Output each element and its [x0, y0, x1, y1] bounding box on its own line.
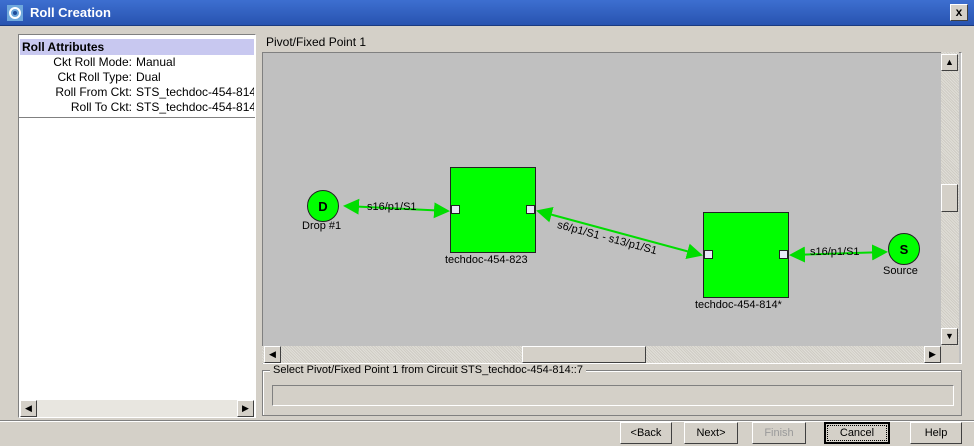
- scroll-right-arrow-icon[interactable]: ▶: [924, 346, 941, 363]
- attribute-key: Roll To Ckt:: [70, 100, 132, 114]
- diagram-horizontal-scrollbar[interactable]: ◀ ▶: [262, 346, 941, 363]
- link-line: [536, 206, 703, 260]
- title-bar: Roll Creation: [0, 0, 974, 26]
- circuit-diagram-canvas[interactable]: D Drop #1 techdoc-454-823 techdoc-454-81…: [262, 52, 962, 364]
- cancel-button[interactable]: Cancel: [824, 422, 890, 444]
- source-node[interactable]: S: [888, 233, 920, 265]
- divider: [19, 117, 255, 118]
- drop-node[interactable]: D: [307, 190, 339, 222]
- attribute-row: Ckt Roll Type: Dual: [20, 70, 254, 85]
- drop-label: Drop #1: [302, 220, 342, 232]
- close-icon: x: [955, 5, 963, 19]
- pivot-title: Pivot/Fixed Point 1: [266, 35, 367, 49]
- horizontal-scroll-thumb[interactable]: [522, 346, 646, 363]
- finish-button[interactable]: Finish: [752, 422, 806, 444]
- node-label: techdoc-454-823: [445, 254, 528, 266]
- close-button[interactable]: x: [950, 4, 968, 21]
- roll-attributes-header: Roll Attributes: [20, 39, 254, 55]
- node-label: techdoc-454-814*: [695, 299, 782, 311]
- port-left[interactable]: [704, 250, 713, 259]
- node-techdoc-454-814[interactable]: [703, 212, 789, 298]
- vertical-scroll-thumb[interactable]: [941, 184, 958, 212]
- back-button[interactable]: <Back: [620, 422, 672, 444]
- attribute-key: Roll From Ckt:: [55, 85, 132, 99]
- scroll-down-arrow-icon[interactable]: ▼: [941, 328, 958, 345]
- left-horizontal-scrollbar[interactable]: ◀ ▶: [20, 400, 254, 417]
- help-button[interactable]: Help: [910, 422, 962, 444]
- link-label: s16/p1/S1: [367, 201, 417, 213]
- link-label: s16/p1/S1: [810, 246, 860, 258]
- window-title: Roll Creation: [30, 5, 111, 20]
- attribute-row: Roll To Ckt: STS_techdoc-454-814::: [20, 100, 254, 115]
- roll-attributes-panel: Roll Attributes Ckt Roll Mode: Manual Ck…: [18, 34, 256, 418]
- next-button[interactable]: Next>: [684, 422, 738, 444]
- node-techdoc-454-823[interactable]: [450, 167, 536, 253]
- diagram-vertical-scrollbar[interactable]: ▲ ▼: [941, 52, 959, 346]
- attribute-value: Manual: [136, 55, 176, 69]
- attribute-value: Dual: [136, 70, 161, 84]
- attribute-key: Ckt Roll Type:: [57, 70, 132, 84]
- select-pivot-field[interactable]: [272, 385, 954, 406]
- select-pivot-label: Select Pivot/Fixed Point 1 from Circuit …: [270, 364, 586, 376]
- scroll-up-arrow-icon[interactable]: ▲: [941, 54, 958, 71]
- scroll-right-arrow-icon[interactable]: ▶: [237, 400, 254, 417]
- port-right[interactable]: [779, 250, 788, 259]
- scroll-left-arrow-icon[interactable]: ◀: [264, 346, 281, 363]
- source-label: Source: [883, 265, 918, 277]
- attribute-row: Roll From Ckt: STS_techdoc-454-814::: [20, 85, 254, 100]
- attribute-value: STS_techdoc-454-814::: [136, 85, 254, 99]
- attribute-row: Ckt Roll Mode: Manual: [20, 55, 254, 70]
- attribute-value: STS_techdoc-454-814::: [136, 100, 254, 114]
- app-icon: [7, 5, 23, 21]
- port-left[interactable]: [451, 205, 460, 214]
- scroll-corner: [941, 346, 959, 363]
- port-right[interactable]: [526, 205, 535, 214]
- attribute-key: Ckt Roll Mode:: [53, 55, 132, 69]
- scroll-left-arrow-icon[interactable]: ◀: [20, 400, 37, 417]
